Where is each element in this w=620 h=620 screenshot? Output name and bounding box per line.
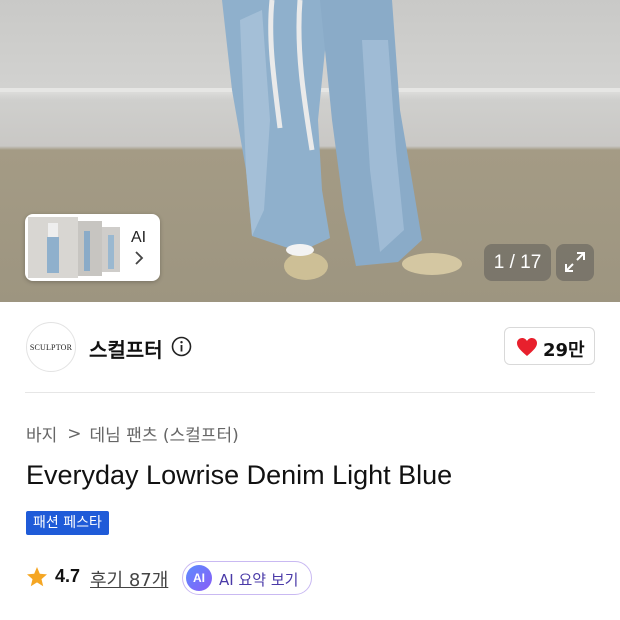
review-count-link[interactable]: 후기 87개 bbox=[90, 566, 168, 592]
thumbnail-images bbox=[28, 217, 120, 278]
like-count: 29만 bbox=[543, 340, 585, 361]
expand-button[interactable] bbox=[556, 244, 594, 281]
brand-name[interactable]: 스컬프터 bbox=[89, 334, 163, 363]
divider bbox=[25, 392, 595, 393]
brand-logo[interactable]: SCULPTOR bbox=[26, 322, 76, 372]
breadcrumb: 바지 > 데님 팬츠 (스컬프터) bbox=[26, 421, 239, 447]
image-counter: 1 / 17 bbox=[484, 244, 551, 281]
heart-icon bbox=[517, 338, 537, 356]
breadcrumb-subcategory[interactable]: 데님 팬츠 (스컬프터) bbox=[90, 421, 239, 446]
like-button[interactable]: 29만 bbox=[504, 327, 595, 365]
expand-icon bbox=[565, 252, 585, 272]
product-image[interactable]: AI 1 / 17 bbox=[0, 0, 620, 302]
ai-summary-button[interactable]: AI AI 요약 보기 bbox=[182, 561, 312, 595]
breadcrumb-separator: > bbox=[67, 423, 82, 444]
chevron-right-icon bbox=[135, 251, 144, 265]
star-icon bbox=[27, 567, 47, 587]
rating-value: 4.7 bbox=[55, 566, 81, 586]
ai-thumbnail-card[interactable]: AI bbox=[25, 214, 160, 281]
info-icon[interactable] bbox=[171, 336, 192, 357]
ai-summary-label: AI 요약 보기 bbox=[219, 571, 299, 589]
product-title: Everyday Lowrise Denim Light Blue bbox=[26, 460, 453, 490]
breadcrumb-category[interactable]: 바지 bbox=[26, 421, 57, 446]
thumbnail-ai-label: AI bbox=[131, 229, 147, 246]
ai-badge-icon: AI bbox=[186, 565, 212, 591]
promo-badge[interactable]: 패션 페스타 bbox=[26, 511, 109, 535]
